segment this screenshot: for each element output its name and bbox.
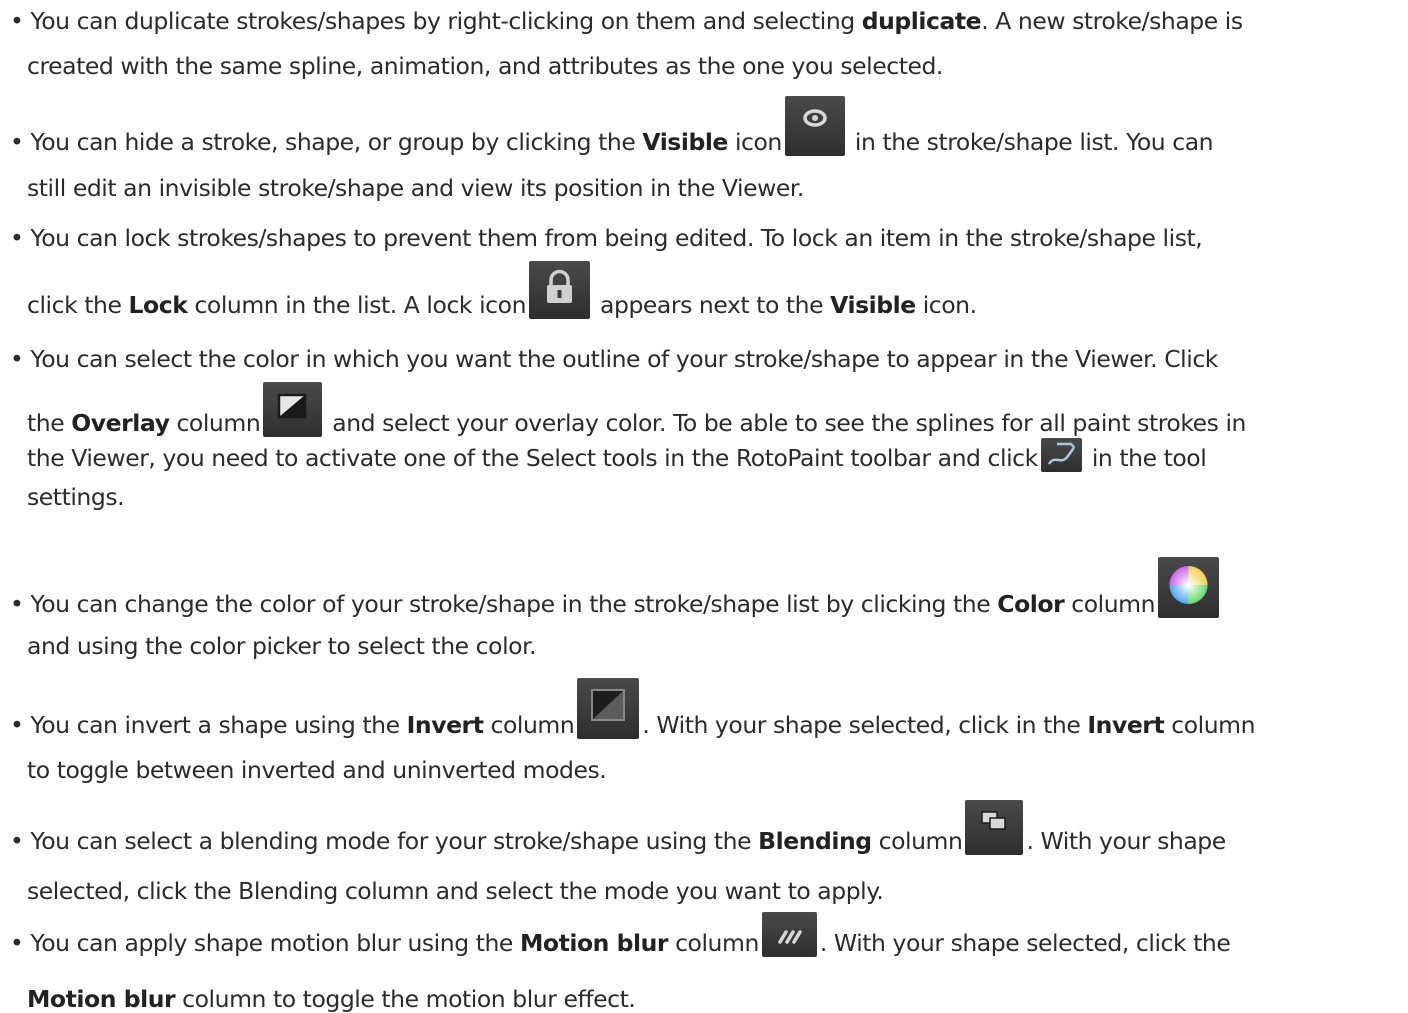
line: created with the same spline, animation,…	[27, 52, 943, 80]
motion-blur-icon	[761, 912, 817, 957]
spline-icon	[1040, 438, 1082, 472]
line: Motion blur column to toggle the motion …	[27, 985, 636, 1013]
line: • You can change the color of your strok…	[10, 557, 1222, 618]
line: • You can invert a shape using the Inver…	[10, 678, 1256, 739]
document-body: • You can duplicate strokes/shapes by ri…	[0, 0, 1408, 1013]
line: • You can select a blending mode for you…	[10, 800, 1226, 855]
line: settings.	[27, 483, 125, 511]
line: and using the color picker to select the…	[27, 632, 537, 660]
line: to toggle between inverted and uninverte…	[27, 756, 607, 784]
lock-icon	[529, 261, 591, 319]
overlay-icon	[263, 382, 323, 437]
line: • You can duplicate strokes/shapes by ri…	[10, 7, 1243, 35]
invert-icon	[577, 678, 640, 739]
blending-icon	[965, 800, 1024, 855]
line: • You can select the color in which you …	[10, 345, 1218, 373]
line: • You can apply shape motion blur using …	[10, 912, 1231, 957]
line: selected, click the Blending column and …	[27, 877, 884, 905]
line: click the Lock column in the list. A loc…	[27, 261, 977, 319]
line: • You can lock strokes/shapes to prevent…	[10, 224, 1203, 252]
line: the Viewer, you need to activate one of …	[27, 438, 1207, 472]
line: still edit an invisible stroke/shape and…	[27, 174, 804, 202]
line: • You can hide a stroke, shape, or group…	[10, 96, 1214, 156]
line: the Overlay column and select your overl…	[27, 382, 1246, 437]
eye-icon	[784, 96, 845, 156]
color-wheel-icon	[1158, 557, 1220, 618]
